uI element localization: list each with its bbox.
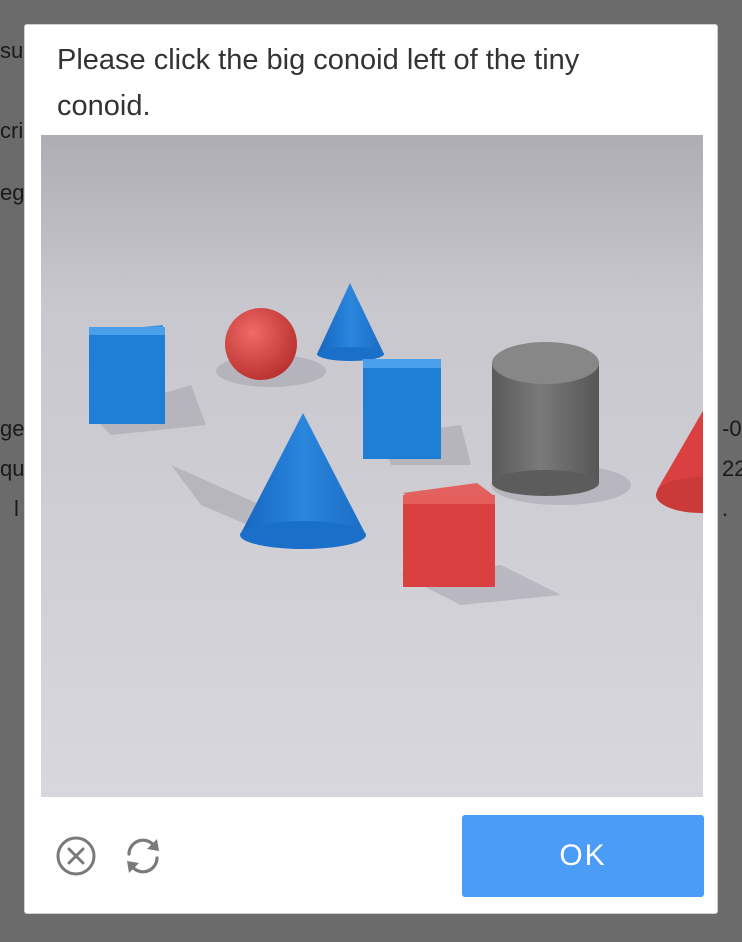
red-sphere <box>225 308 297 380</box>
background-text-fragment: eg <box>0 180 25 205</box>
blue-cube-left <box>89 325 165 424</box>
captcha-prompt: Please click the big conoid left of the … <box>57 44 580 122</box>
background-text-fragment: ge <box>0 416 25 441</box>
background-text-fragment: l <box>14 496 19 521</box>
ok-button[interactable]: OK <box>462 815 704 897</box>
background-text-fragment: qu <box>0 456 25 481</box>
gray-cylinder <box>492 342 599 496</box>
captcha-challenge-image[interactable] <box>41 135 703 797</box>
red-cube <box>403 483 495 587</box>
background-text-fragment: -0 <box>722 416 742 441</box>
captcha-dialog: Please click the big conoid left of the … <box>24 24 718 914</box>
blue-cube-middle <box>363 359 441 459</box>
background-text-fragment: . <box>722 496 729 521</box>
background-text-fragment: 22 <box>722 456 742 481</box>
refresh-icon[interactable] <box>121 835 163 877</box>
scene-floor <box>41 135 703 797</box>
close-circle-icon[interactable] <box>55 835 97 877</box>
background-text-fragment: cri <box>0 118 24 143</box>
background-text-fragment: su <box>0 38 24 63</box>
